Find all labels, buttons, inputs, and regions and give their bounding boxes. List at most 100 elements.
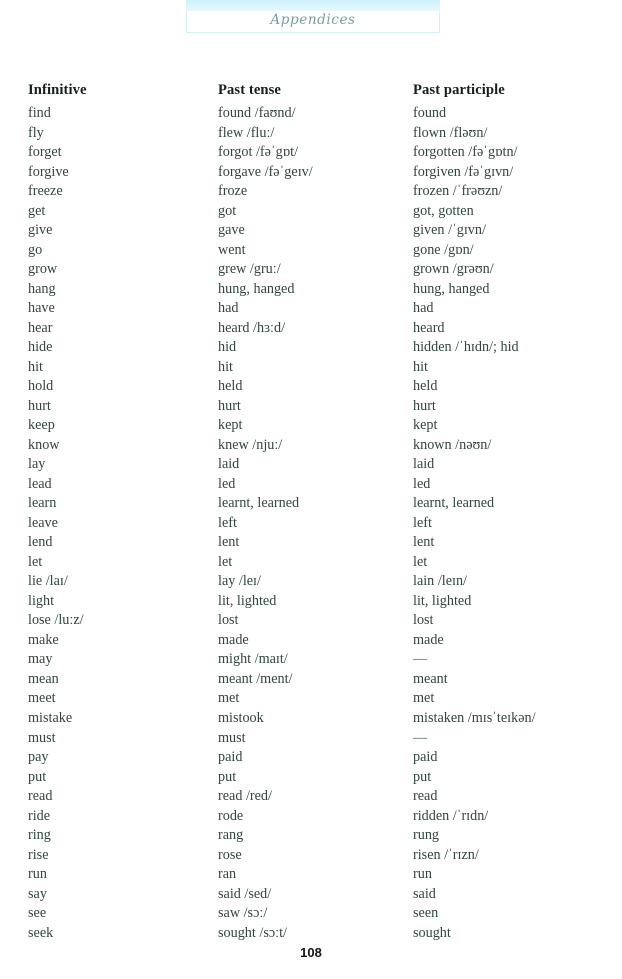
table-row: let let let (0, 553, 622, 573)
running-head-banner: Appendices (186, 0, 440, 34)
table-row: freeze froze frozen /ˈfrəʊzn/ (0, 182, 622, 202)
table-cell: ring (28, 827, 51, 844)
table-row: hang hung, hanged hung, hanged (0, 280, 622, 300)
table-row: say said /sed/said (0, 885, 622, 905)
table-cell: made (218, 631, 249, 648)
table-cell: lie /laɪ/ (28, 573, 68, 590)
table-cell: mistake (28, 709, 73, 726)
table-cell: see (28, 905, 47, 922)
table-cell: rode (218, 807, 244, 824)
table-cell: read (413, 788, 438, 805)
column-header-past-tense: Past tense (218, 82, 282, 98)
table-row: pay paid paid (0, 748, 622, 768)
table-row: see saw /sɔː/seen (0, 904, 622, 924)
table-cell: read (28, 788, 53, 805)
table-cell: mistook (218, 709, 264, 726)
table-row: learn learnt, learned learnt, learned (0, 494, 622, 514)
table-cell: mean (28, 670, 59, 687)
table-row: get got got, gotten (0, 202, 622, 222)
table-cell: hidden /ˈhɪdn/; hid (413, 339, 519, 356)
table-row: mistake mistook mistaken /mɪsˈteɪkən/ (0, 709, 622, 729)
irregular-verbs-table: Infinitive Past tense Past participle fi… (0, 80, 622, 943)
table-row: lose /luːz/lost lost (0, 611, 622, 631)
table-cell: lost (413, 612, 434, 629)
table-cell: find (28, 105, 51, 121)
table-cell: led (218, 475, 236, 492)
table-cell: made (413, 631, 444, 648)
table-cell: ride (28, 807, 51, 824)
table-cell: say (28, 885, 47, 902)
column-header-infinitive: Infinitive (28, 82, 87, 98)
table-row: have had had (0, 299, 622, 319)
table-cell: know (28, 436, 60, 453)
table-cell: lead (28, 475, 52, 492)
table-cell: paid (413, 749, 438, 766)
table-cell: let (28, 553, 43, 570)
table-cell: must (28, 729, 56, 746)
table-cell: hide (28, 339, 53, 356)
table-cell: left (218, 514, 237, 531)
table-cell: heard (413, 319, 445, 336)
table-cell: mistaken /mɪsˈteɪkən/ (413, 709, 536, 726)
table-cell: run (413, 866, 432, 883)
table-cell: learn (28, 495, 57, 512)
table-cell: go (28, 241, 43, 258)
table-cell: sought (413, 924, 451, 941)
table-cell: put (218, 768, 237, 785)
table-cell: forgotten /fəˈgɒtn/ (413, 144, 518, 161)
table-cell: paid (218, 749, 243, 766)
running-head-title: Appendices (270, 12, 356, 28)
table-cell: held (218, 378, 243, 395)
table-row: lend lent lent (0, 533, 622, 553)
table-cell: left (413, 514, 432, 531)
table-row: hold held held (0, 377, 622, 397)
table-cell: keep (28, 417, 55, 434)
table-cell: forget (28, 144, 62, 161)
table-cell: knew /njuː/ (218, 436, 283, 453)
table-cell: grown /grəʊn/ (413, 261, 494, 278)
table-cell: rise (28, 846, 49, 863)
table-row: may might /maɪt/ — (0, 650, 622, 670)
table-cell: gone /gɒn/ (413, 241, 474, 258)
table-cell: learnt, learned (218, 495, 300, 512)
table-cell: lay (28, 456, 46, 473)
table-cell: make (28, 631, 59, 648)
table-cell: meant (413, 670, 448, 687)
table-cell: hung, hanged (413, 280, 490, 297)
column-header-past-participle: Past participle (413, 82, 505, 98)
table-cell: went (218, 241, 246, 258)
table-cell: hit (413, 358, 428, 375)
table-cell: known /nəʊn/ (413, 436, 492, 453)
table-cell: hear (28, 319, 53, 336)
table-row: put put put (0, 768, 622, 788)
table-cell: run (28, 866, 47, 883)
table-cell: hurt (218, 397, 241, 414)
table-cell: hang (28, 280, 56, 297)
table-cell: rose (218, 846, 242, 863)
table-cell: lose /luːz/ (28, 612, 84, 629)
table-cell: held (413, 378, 438, 395)
table-cell: hit (218, 358, 233, 375)
table-row: lead led led (0, 475, 622, 495)
table-cell: lost (218, 612, 239, 629)
table-cell: learnt, learned (413, 495, 495, 512)
table-cell: lit, lighted (218, 592, 277, 609)
table-cell: grew /gruː/ (218, 261, 281, 278)
table-row: find found /faʊnd/found (0, 104, 622, 124)
table-cell: saw /sɔː/ (218, 905, 268, 922)
table-cell: laid (218, 456, 240, 473)
table-cell: lain /leɪn/ (413, 573, 467, 590)
table-cell: hold (28, 378, 54, 395)
table-cell: let (413, 553, 428, 570)
table-cell: lend (28, 534, 53, 551)
table-cell: give (28, 222, 53, 239)
table-cell: lay /leɪ/ (218, 573, 261, 590)
table-cell: must (218, 729, 246, 746)
table-row: go went gone /gɒn/ (0, 241, 622, 261)
table-cell: — (413, 651, 428, 668)
table-cell: let (218, 553, 233, 570)
table-cell: pay (28, 749, 49, 766)
table-cell: given /ˈgɪvn/ (413, 222, 486, 239)
table-cell: said /sed/ (218, 885, 272, 902)
table-row: rise rose risen /ˈrɪzn/ (0, 846, 622, 866)
